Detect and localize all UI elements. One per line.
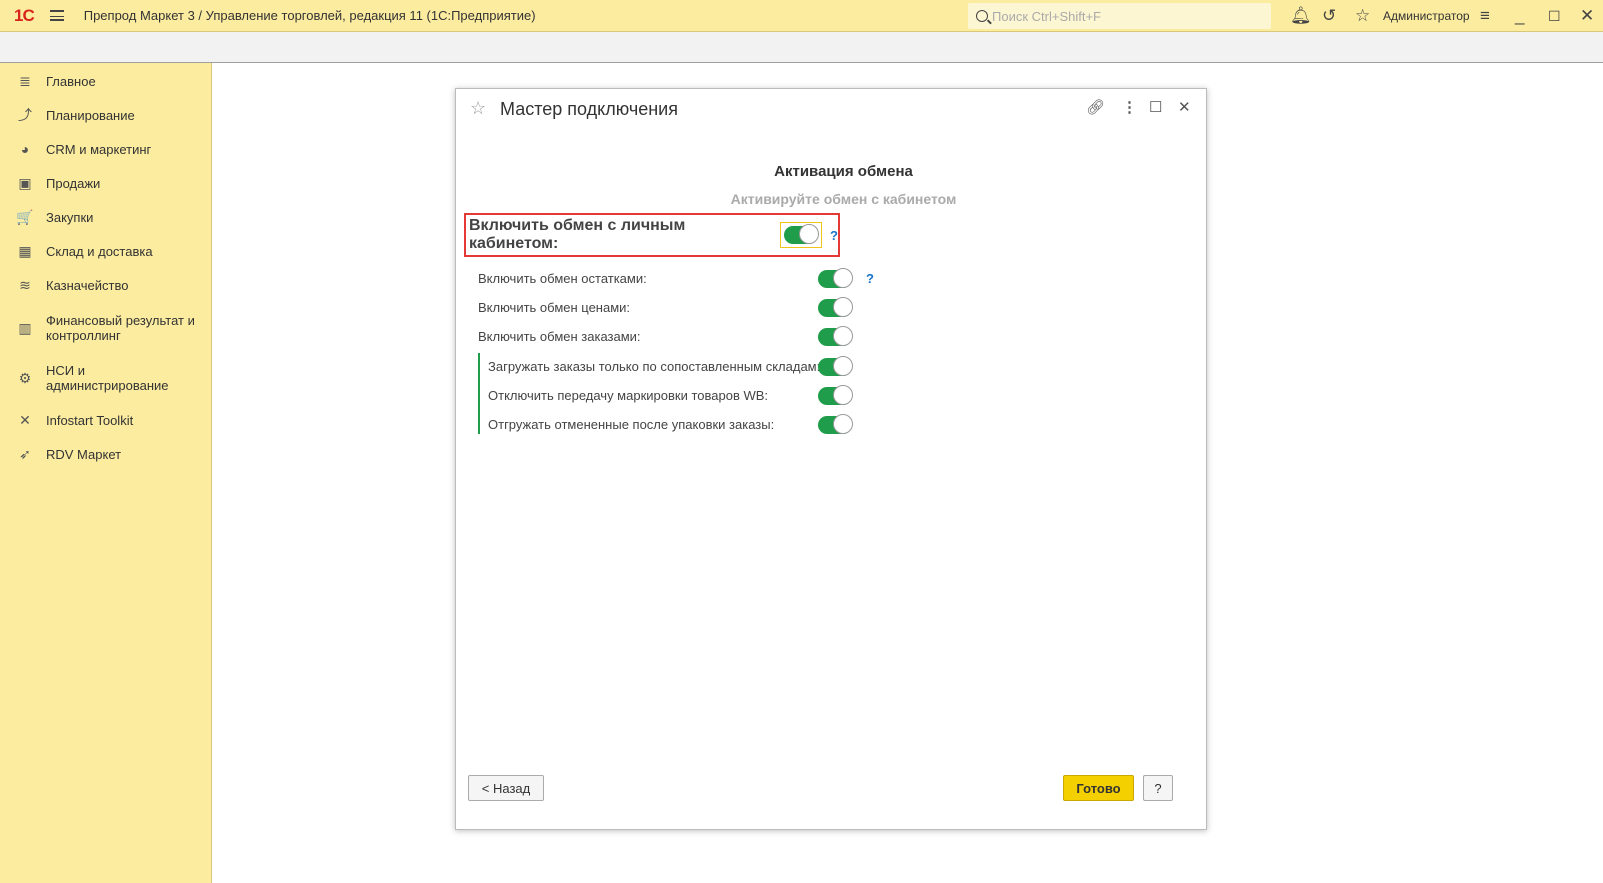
search-icon xyxy=(976,10,988,22)
search-input[interactable]: Поиск Ctrl+Shift+F xyxy=(968,3,1271,29)
sidebar-item-sales[interactable]: ▣ Продажи xyxy=(0,173,212,193)
option-row: Включить обмен заказами: xyxy=(478,325,898,346)
minimize-icon[interactable]: _ xyxy=(1515,6,1524,26)
connection-wizard-dialog: ☆ Мастер подключения 🔗︎ ⋮ ☐ ✕ Активация … xyxy=(455,88,1207,830)
sidebar-item-purchases[interactable]: 🛒 Закупки xyxy=(0,207,212,227)
main-exchange-toggle[interactable] xyxy=(784,224,820,244)
sidebar-item-infostart[interactable]: ✕ Infostart Toolkit xyxy=(0,410,212,430)
sidebar-item-label: Казначейство xyxy=(46,277,129,293)
sidebar-item-label: НСИ и администрирование xyxy=(46,363,169,393)
ship-cancelled-toggle[interactable] xyxy=(818,413,853,434)
option-label: Отгружать отмененные после упаковки зака… xyxy=(488,417,775,432)
sidebar-item-treasury[interactable]: ≋ Казначейство xyxy=(0,275,212,295)
search-placeholder: Поиск Ctrl+Shift+F xyxy=(992,8,1101,24)
back-button[interactable]: < Назад xyxy=(468,775,544,801)
order-exchange-toggle[interactable] xyxy=(818,325,853,346)
rocket-icon: ➶ xyxy=(19,445,31,462)
gear-icon: ⚙ xyxy=(18,369,32,386)
disable-marking-toggle[interactable] xyxy=(818,384,853,405)
option-row: Отгружать отмененные после упаковки зака… xyxy=(488,413,908,434)
sidebar-item-warehouse[interactable]: ▦ Склад и доставка xyxy=(0,241,212,261)
sidebar-item-label: Продажи xyxy=(46,175,101,191)
option-label: Включить обмен остатками: xyxy=(478,271,647,286)
user-name[interactable]: Администратор xyxy=(1383,9,1470,23)
sidebar-item-main[interactable]: ≣ Главное xyxy=(0,71,212,91)
sidebar-item-label: Закупки xyxy=(46,209,94,225)
bag-icon: ▣ xyxy=(18,174,32,191)
1c-logo: 1С xyxy=(14,5,35,25)
link-icon[interactable]: 🔗︎ xyxy=(1086,98,1105,116)
app-title: Препрод Маркет 3 / Управление торговлей,… xyxy=(83,8,536,23)
more-icon[interactable]: ⋮ xyxy=(1122,98,1137,116)
title-bar: 1С Препрод Маркет 3 / Управление торговл… xyxy=(0,0,1603,32)
sidebar-item-rdv[interactable]: ➶ RDV Маркет xyxy=(0,444,212,464)
done-button[interactable]: Готово xyxy=(1063,775,1134,801)
option-label: Загружать заказы только по сопоставленны… xyxy=(488,359,821,374)
sidebar-item-label: RDV Маркет xyxy=(46,446,122,462)
sidebar-item-label: Финансовый результат и контроллинг xyxy=(46,313,195,343)
option-label: Включить обмен ценами: xyxy=(478,300,631,315)
price-exchange-toggle[interactable] xyxy=(818,296,853,317)
main-toggle-label: Включить обмен с личным кабинетом: xyxy=(469,217,686,252)
help-button[interactable]: ? xyxy=(1143,775,1173,801)
group-indicator xyxy=(478,353,480,434)
option-row: Отключить передачу маркировки товаров WB… xyxy=(488,384,908,405)
sidebar-item-finance[interactable]: ▥ Финансовый результат и контроллинг xyxy=(0,311,212,345)
star-icon[interactable]: ☆ xyxy=(1355,6,1370,26)
sidebar-item-crm[interactable]: ◕ CRM и маркетинг xyxy=(0,139,212,159)
sidebar-item-label: Infostart Toolkit xyxy=(46,412,134,428)
sidebar: ≣ Главное ⤴ Планирование ◕ CRM и маркетинг … xyxy=(0,63,212,883)
sidebar-item-admin[interactable]: ⚙ НСИ и администрирование xyxy=(0,361,212,395)
favorite-star-icon[interactable]: ☆ xyxy=(470,98,486,119)
option-row: Загружать заказы только по сопоставленны… xyxy=(488,355,908,376)
option-row: Включить обмен остатками:? xyxy=(478,267,898,288)
pie-icon: ◕ xyxy=(20,141,30,157)
cart-icon: 🛒 xyxy=(16,208,34,225)
option-row: Включить обмен ценами: xyxy=(478,296,898,317)
menu-icon[interactable] xyxy=(49,10,64,21)
close-icon[interactable]: ✕ xyxy=(1580,6,1594,26)
history-icon[interactable]: ↺ xyxy=(1322,6,1336,26)
sidebar-item-label: Планирование xyxy=(46,107,135,123)
tools-icon: ✕ xyxy=(19,411,31,428)
help-link[interactable]: ? xyxy=(830,228,838,243)
sidebar-item-label: Склад и доставка xyxy=(46,243,153,259)
matched-warehouses-toggle[interactable] xyxy=(818,355,853,376)
help-link[interactable]: ? xyxy=(866,271,874,286)
section-heading: Активация обмена xyxy=(774,163,913,180)
stock-exchange-toggle[interactable] xyxy=(818,267,853,288)
grid-icon: ▦ xyxy=(18,242,32,259)
close-icon[interactable]: ✕ xyxy=(1178,98,1191,116)
settings-menu-icon[interactable]: ≡ xyxy=(1480,6,1490,26)
sidebar-item-label: Главное xyxy=(46,73,96,89)
list-icon: ≣ xyxy=(19,72,31,89)
maximize-icon[interactable]: ☐ xyxy=(1548,8,1561,25)
bar-chart-icon: ▥ xyxy=(18,319,32,336)
dialog-title: Мастер подключения xyxy=(500,99,678,119)
planning-icon: ⤴ xyxy=(18,107,32,123)
option-label: Включить обмен заказами: xyxy=(478,329,641,344)
bell-icon[interactable]: 🔔︎ xyxy=(1290,6,1312,26)
sidebar-item-label: CRM и маркетинг xyxy=(46,141,152,157)
maximize-icon[interactable]: ☐ xyxy=(1149,98,1162,116)
toolbar xyxy=(0,32,1603,63)
option-label: Отключить передачу маркировки товаров WB… xyxy=(488,388,769,403)
sidebar-item-planning[interactable]: ⤴ Планирование xyxy=(0,105,212,125)
coins-icon: ≋ xyxy=(19,276,31,293)
section-subheading: Активируйте обмен с кабинетом xyxy=(730,191,957,207)
main-exchange-toggle-row: Включить обмен с личным кабинетом: ? xyxy=(464,213,840,257)
